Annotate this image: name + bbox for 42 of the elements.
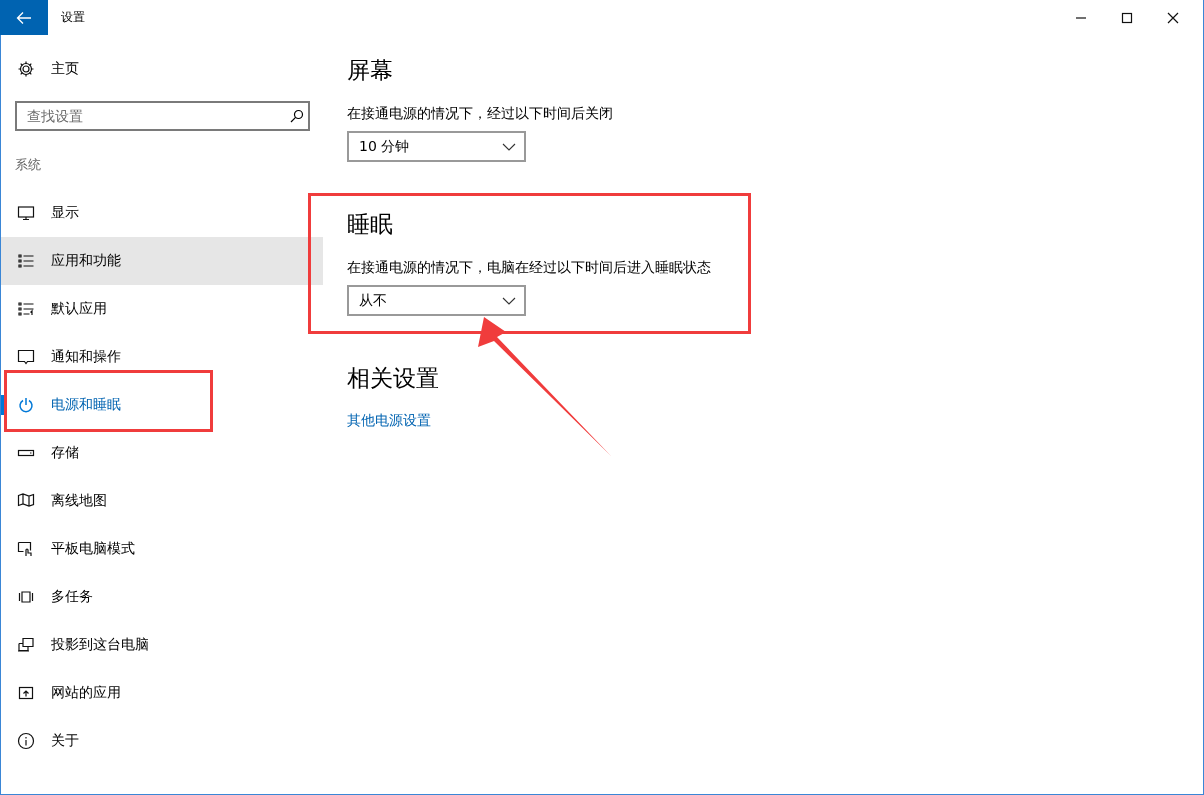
maximize-icon <box>1121 11 1133 24</box>
info-icon <box>17 732 35 750</box>
dropdown[interactable]: 从不 <box>347 285 526 316</box>
search-field[interactable]: 查找设置 <box>15 101 310 131</box>
section-heading: 睡眠 <box>347 210 393 239</box>
search-icon <box>290 109 304 123</box>
sidebar-item[interactable]: 网站的应用 <box>1 669 323 717</box>
sidebar-item[interactable]: 离线地图 <box>1 477 323 525</box>
back-button[interactable] <box>0 0 48 35</box>
setting-description: 在接通电源的情况下，电脑在经过以下时间后进入睡眠状态 <box>347 258 711 277</box>
close-icon <box>1167 11 1179 24</box>
list-icon <box>17 252 35 270</box>
dropdown[interactable]: 10 分钟 <box>347 131 526 162</box>
window-icon <box>17 684 35 702</box>
sidebar-item[interactable]: 显示 <box>1 189 323 237</box>
sidebar-item[interactable]: 应用和功能 <box>1 237 323 285</box>
setting-description: 在接通电源的情况下，经过以下时间后关闭 <box>347 104 613 123</box>
sidebar-item[interactable]: 多任务 <box>1 573 323 621</box>
map-icon <box>17 492 35 510</box>
sidebar-item[interactable]: 电源和睡眠 <box>1 381 323 429</box>
sidebar-item[interactable]: 通知和操作 <box>1 333 323 381</box>
window-title: 设置 <box>61 9 85 26</box>
sidebar-item[interactable]: 投影到这台电脑 <box>1 621 323 669</box>
gear-icon <box>17 60 35 78</box>
chevron-down-icon <box>502 142 516 151</box>
section-heading: 屏幕 <box>347 56 393 85</box>
back-arrow-icon <box>16 10 32 25</box>
power-icon <box>17 396 35 414</box>
power-settings-link[interactable]: 其他电源设置 <box>347 410 431 430</box>
list-icon <box>17 300 35 318</box>
selection-indicator <box>1 395 5 415</box>
sidebar-item[interactable]: 存储 <box>1 429 323 477</box>
section-label: 系统 <box>15 156 42 174</box>
speech-bubble-icon <box>17 348 35 366</box>
sidebar-item[interactable]: 平板电脑模式 <box>1 525 323 573</box>
window-icon <box>17 588 35 606</box>
tablet-touch-icon <box>17 540 35 558</box>
sidebar-item[interactable]: 默认应用 <box>1 285 323 333</box>
sidebar-item[interactable]: 关于 <box>1 717 323 765</box>
home-item[interactable]: 主页 <box>1 49 323 89</box>
section-heading: 相关设置 <box>347 364 439 393</box>
chevron-down-icon <box>502 296 516 305</box>
